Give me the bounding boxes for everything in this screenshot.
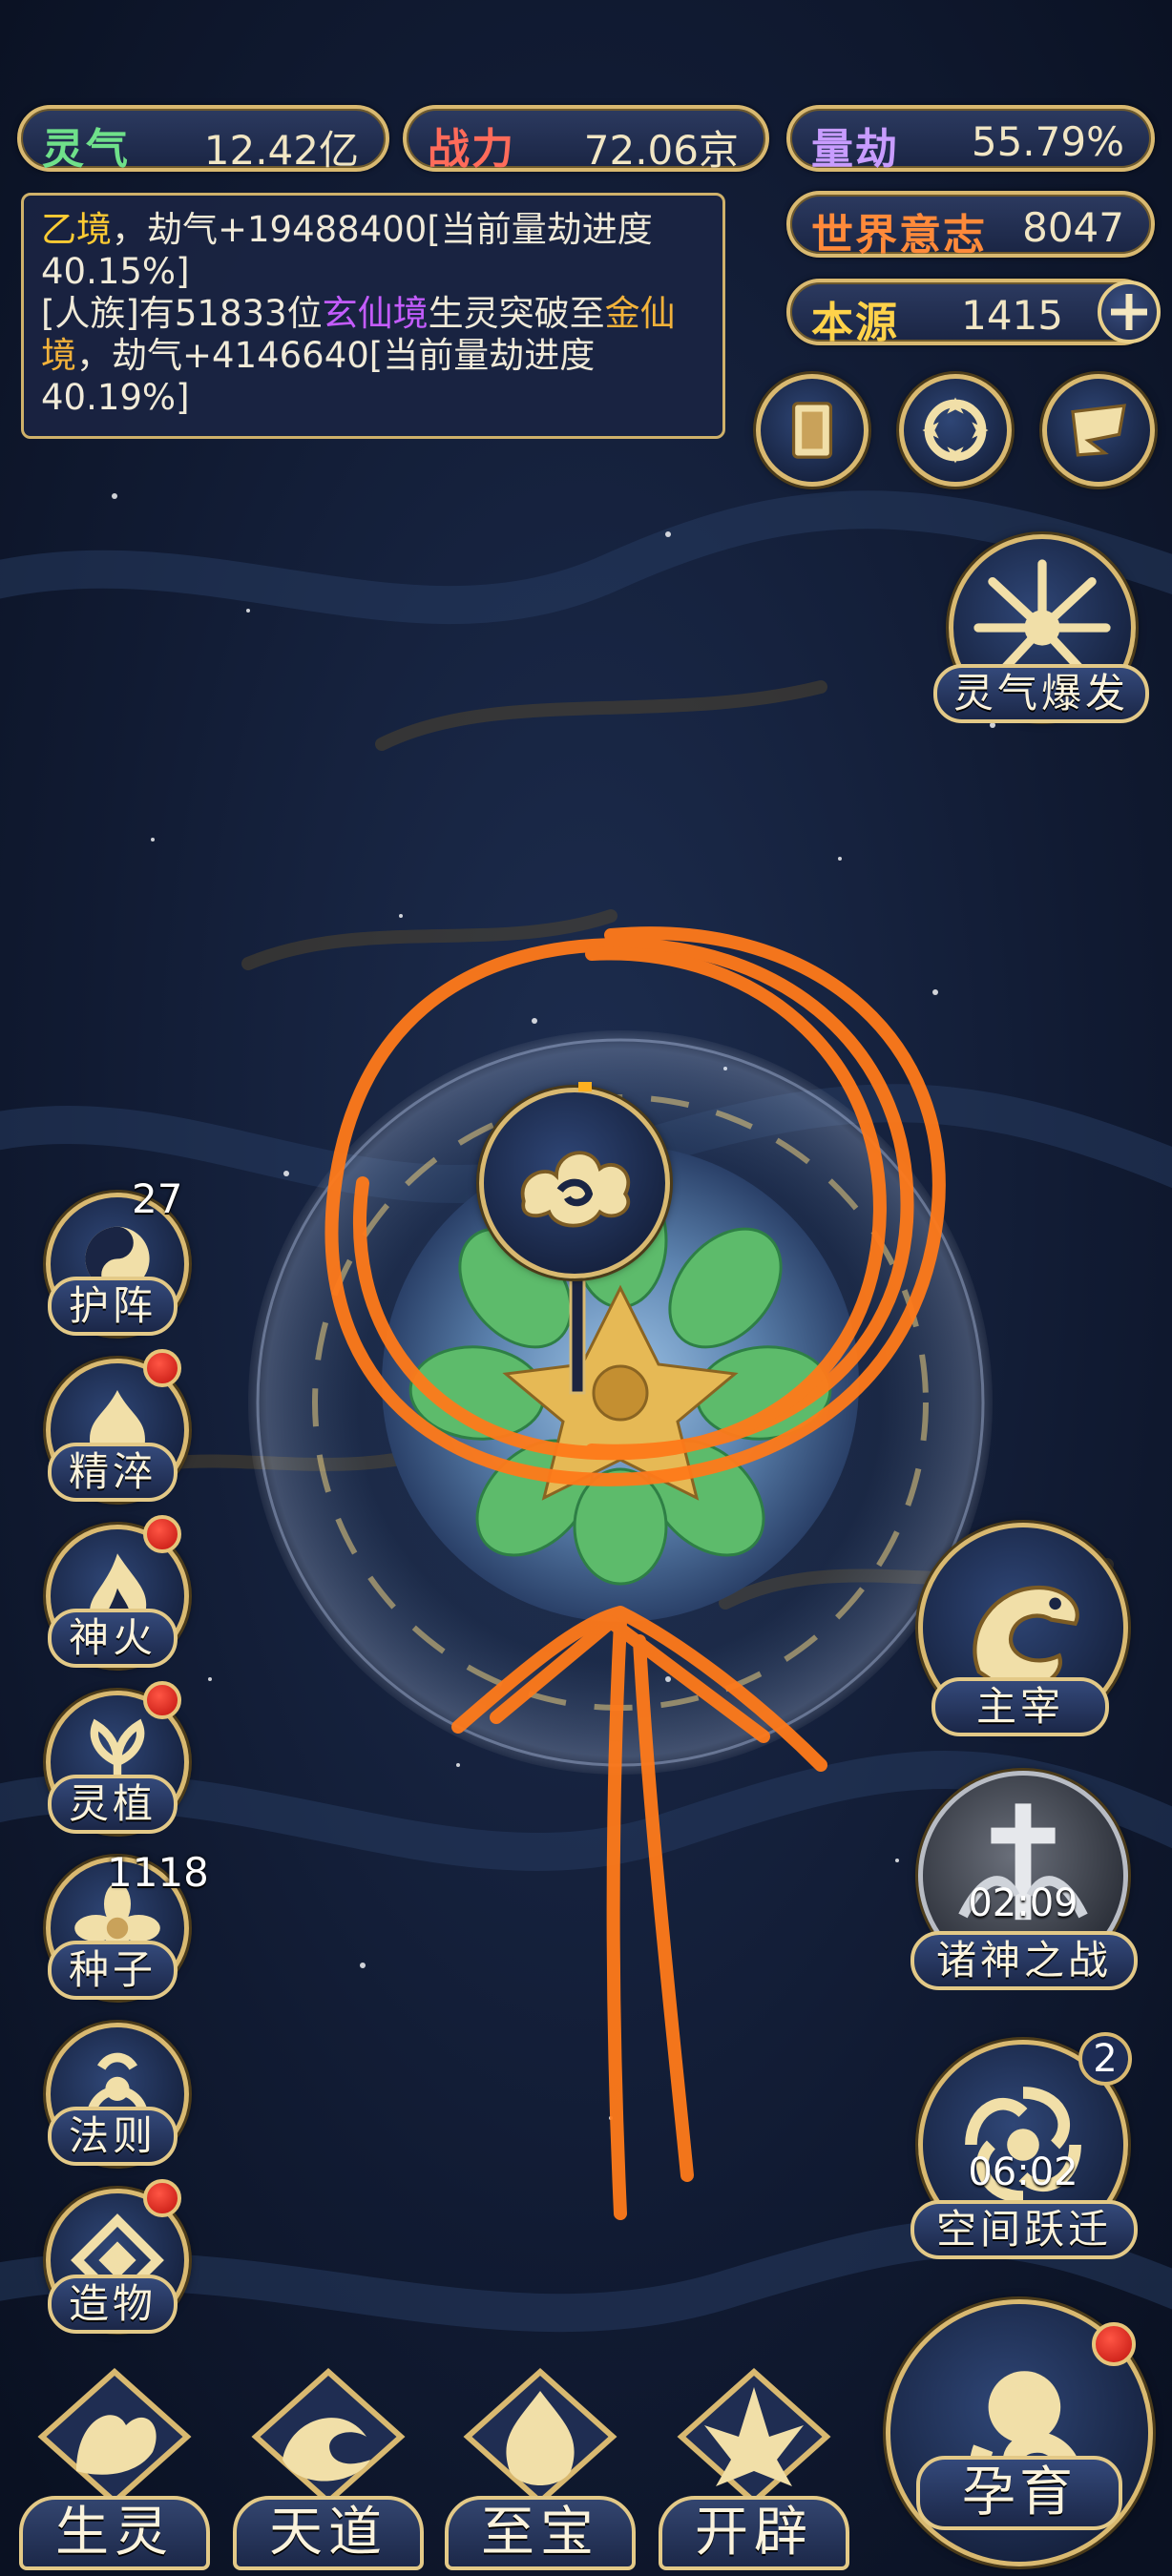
nav-living-beings[interactable]: 生灵 <box>19 2360 210 2570</box>
wave-icon <box>251 2367 406 2506</box>
nav-heaven-dao[interactable]: 天道 <box>233 2360 424 2570</box>
notification-dot <box>143 1681 181 1719</box>
world-will-bar[interactable]: 世界意志 8047 <box>786 191 1155 260</box>
seed-label: 种子 <box>48 1941 178 2000</box>
calamity-label: 量劫 <box>811 125 899 174</box>
combat-power-value: 72.06京 <box>583 127 739 174</box>
law-label: 法则 <box>48 2107 178 2166</box>
open-world-icon <box>677 2367 831 2506</box>
notification-dot <box>143 1515 181 1553</box>
notification-dot <box>143 2179 181 2217</box>
world-will-label: 世界意志 <box>811 211 987 260</box>
lingqi-value: 12.42亿 <box>203 127 359 174</box>
portal-icon <box>922 397 989 464</box>
origin-label: 本源 <box>811 299 899 347</box>
space-jump-badge: 2 <box>1078 2032 1132 2086</box>
lingqi-bar[interactable]: 灵气 12.42亿 <box>17 105 389 174</box>
message-text: ，劫气+4146640[当前量劫进度40.19%] <box>41 335 596 418</box>
treasure-flame-icon <box>463 2367 617 2506</box>
space-jump-timer: 06:02 <box>968 2150 1078 2194</box>
calamity-value: 55.79% <box>971 118 1124 165</box>
message-text: 生灵突破至 <box>428 293 605 334</box>
creation-label: 造物 <box>48 2275 178 2334</box>
spirit-plant-label: 灵植 <box>48 1775 178 1834</box>
realm-name: 玄仙境 <box>322 293 429 334</box>
lingqi-label: 灵气 <box>42 125 130 174</box>
formation-label: 护阵 <box>48 1277 178 1336</box>
nav-open-world-label: 开辟 <box>659 2496 849 2570</box>
nurture-label: 孕育 <box>916 2456 1122 2530</box>
add-origin-button[interactable] <box>1098 280 1161 343</box>
seed-count-badge: 1118 <box>107 1849 209 1896</box>
origin-value: 1415 <box>961 292 1063 339</box>
gods-war-label: 诸神之战 <box>910 1931 1138 1990</box>
card-icon <box>791 402 833 459</box>
message-log-panel: 乙境，劫气+19488400[当前量劫进度40.15%] [人族]有51833位… <box>21 193 725 439</box>
shield-icon <box>1071 404 1126 457</box>
portal-button[interactable] <box>899 374 1012 487</box>
notification-dot <box>1092 2322 1136 2366</box>
spirit-burst-label: 灵气爆发 <box>933 664 1149 723</box>
master-label: 主宰 <box>931 1677 1109 1736</box>
phoenix-icon <box>37 2367 192 2506</box>
message-line: [人族]有51833位玄仙境生灵突破至金仙境，劫气+4146640[当前量劫进度… <box>41 293 705 419</box>
notification-dot <box>143 1349 181 1387</box>
refine-label: 精淬 <box>48 1443 178 1502</box>
space-jump-label: 空间跃迁 <box>910 2200 1138 2259</box>
cloud-medallion-button[interactable] <box>479 1088 670 1278</box>
nav-heaven-dao-label: 天道 <box>233 2496 424 2570</box>
calamity-bar[interactable]: 量劫 55.79% <box>786 105 1155 174</box>
message-text: ，劫气+19488400[当前量劫进度40.15%] <box>41 209 653 292</box>
gods-war-timer: 02:09 <box>968 1881 1078 1925</box>
nav-open-world[interactable]: 开辟 <box>659 2360 849 2570</box>
nav-living-beings-label: 生灵 <box>19 2496 210 2570</box>
formation-badge: 27 <box>132 1175 183 1222</box>
message-text: [人族]有51833位 <box>41 293 323 334</box>
medallion-marker <box>578 1082 592 1091</box>
combat-power-bar[interactable]: 战力 72.06京 <box>403 105 769 174</box>
combat-power-label: 战力 <box>428 125 515 174</box>
nav-treasure-label: 至宝 <box>445 2496 636 2570</box>
card-button[interactable] <box>756 374 869 487</box>
world-will-value: 8047 <box>1022 204 1124 251</box>
nav-treasure[interactable]: 至宝 <box>445 2360 636 2570</box>
message-line: 乙境，劫气+19488400[当前量劫进度40.15%] <box>41 209 705 293</box>
divine-fire-label: 神火 <box>48 1609 178 1668</box>
shield-button[interactable] <box>1042 374 1155 487</box>
auspicious-cloud-icon <box>520 1151 631 1228</box>
realm-name: 乙境 <box>41 209 112 250</box>
